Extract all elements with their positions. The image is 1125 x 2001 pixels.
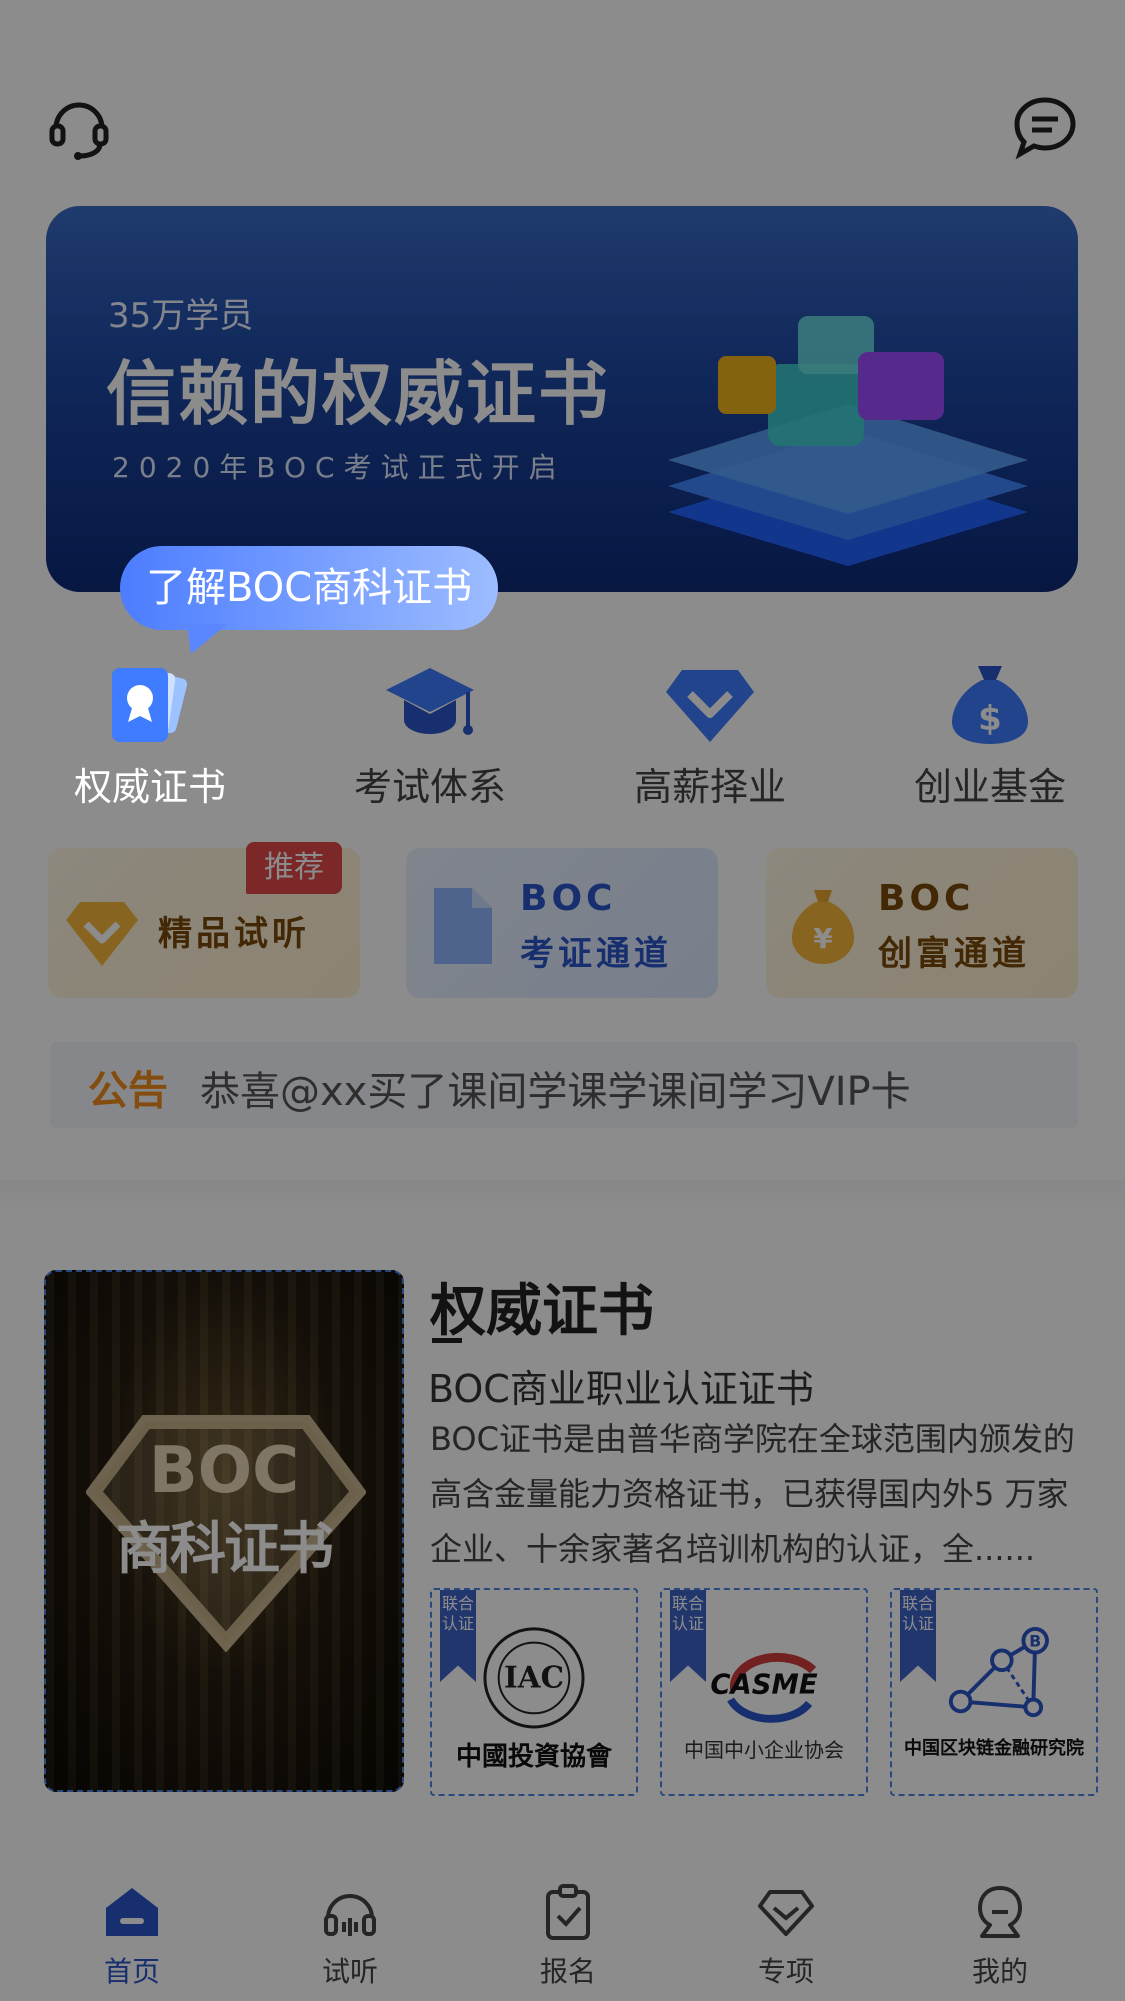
- banner-tagline: 2020年BOC考试正式开启: [112, 451, 566, 484]
- tab-label: 专项: [757, 1955, 814, 1988]
- money-bag-icon: $: [942, 662, 1038, 746]
- tab-label: 报名: [539, 1955, 596, 1988]
- quick-nav-startup-fund[interactable]: $ 创业基金: [880, 662, 1100, 811]
- recommend-badge: 推荐: [246, 842, 342, 894]
- casme-logo: CASME: [710, 1652, 818, 1723]
- headphones-icon: [320, 1882, 380, 1942]
- partner-name: 中国中小企业协会: [684, 1738, 844, 1762]
- profile-icon: [970, 1882, 1030, 1942]
- partner-name: 中國投資協會: [455, 1742, 612, 1772]
- diamond-icon: [756, 1882, 816, 1942]
- clipboard-icon: [538, 1882, 598, 1942]
- card-label: 精品试听: [158, 914, 310, 954]
- quick-nav-label: 创业基金: [913, 765, 1066, 809]
- banner-subtitle: 35万学员: [108, 296, 254, 336]
- tab-profile[interactable]: 我的: [920, 1882, 1080, 1990]
- headset-icon[interactable]: [44, 92, 114, 162]
- quick-nav-label: 高薪择业: [633, 765, 786, 809]
- chat-icon[interactable]: [1010, 92, 1080, 162]
- graduation-cap-icon: [382, 662, 478, 746]
- tab-register[interactable]: 报名: [488, 1882, 648, 1990]
- quick-nav-label: 考试体系: [353, 765, 506, 809]
- cert-section-title: 权威证书: [430, 1279, 654, 1344]
- svg-text:$: $: [978, 699, 1002, 739]
- cert-section-subtitle: BOC商业职业认证证书: [428, 1367, 814, 1411]
- certificate-icon: [102, 662, 198, 746]
- onboarding-tooltip[interactable]: 了解BOC商科证书: [120, 546, 499, 630]
- tab-special[interactable]: 专项: [706, 1882, 866, 1990]
- document-icon: [434, 888, 492, 964]
- tab-label: 我的: [971, 1955, 1028, 1988]
- diamond-icon: [662, 662, 758, 746]
- quick-nav-authority-cert-highlight[interactable]: 权威证书: [40, 662, 260, 811]
- partner-name: 中国区块链金融研究院: [904, 1738, 1084, 1759]
- diamond-icon: [66, 902, 138, 966]
- blockchain-logo: B: [948, 1626, 1049, 1718]
- svg-text:CASME: CASME: [710, 1670, 817, 1701]
- tab-trial[interactable]: 试听: [270, 1882, 430, 1990]
- bottom-tab-bar: 首页 试听 报名 专项 我的: [0, 1860, 1125, 2001]
- iac-logo: IAC: [483, 1627, 585, 1729]
- title-underline: [432, 1338, 462, 1343]
- card-label-line1: BOC: [878, 878, 975, 919]
- poster-boc-text: BOC: [148, 1434, 300, 1508]
- tab-label: 首页: [103, 1955, 160, 1988]
- card-label-line1: BOC: [520, 878, 617, 919]
- quick-nav-exam-system[interactable]: 考试体系: [320, 662, 540, 811]
- quick-nav-high-salary[interactable]: 高薪择业: [600, 662, 820, 811]
- poster-cert-text: 商科证书: [116, 1517, 334, 1582]
- hero-banner[interactable]: 35万学员 信赖的权威证书 2020年BOC考试正式开启: [46, 206, 1078, 592]
- quick-nav-label: 权威证书: [73, 765, 226, 809]
- chat-layers-illustration: [668, 316, 1028, 566]
- card-boc-exam[interactable]: BOC 考证通道: [406, 848, 718, 998]
- announcement-text: 恭喜@xx买了课间学课学课间学习VIP卡: [200, 1069, 911, 1115]
- card-boc-wealth[interactable]: ¥ BOC 创富通道: [766, 848, 1078, 998]
- home-icon: [102, 1882, 162, 1942]
- home-screen: 35万学员 信赖的权威证书 2020年BOC考试正式开启 权威证书 考试体系 高…: [0, 0, 1125, 2001]
- banner-title: 信赖的权威证书: [106, 353, 610, 435]
- card-label-line2: 创富通道: [878, 934, 1030, 974]
- announcement-bar[interactable]: 公告 恭喜@xx买了课间学课学课间学习VIP卡: [50, 1042, 1078, 1128]
- card-label-line2: 考证通道: [520, 934, 672, 974]
- partner-card-blockchain[interactable]: 联合认证 B 中国区块链金融研究院: [890, 1588, 1098, 1796]
- partner-card-casme[interactable]: 联合认证 CASME 中国中小企业协会: [660, 1588, 868, 1796]
- tab-home[interactable]: 首页: [52, 1882, 212, 1990]
- cert-section-description: BOC证书是由普华商学院在全球范围内颁发的高含金量能力资格证书，已获得国内外5 …: [430, 1420, 1075, 1568]
- svg-text:IAC: IAC: [504, 1660, 564, 1695]
- svg-text:¥: ¥: [813, 922, 833, 955]
- boc-cert-poster[interactable]: BOC 商科证书: [44, 1270, 404, 1792]
- section-divider: [0, 1180, 1125, 1208]
- tab-label: 试听: [321, 1955, 378, 1988]
- announcement-tag: 公告: [88, 1068, 168, 1114]
- money-bag-icon: ¥: [792, 890, 854, 964]
- partner-card-iac[interactable]: 联合认证 IAC 中國投資協會: [430, 1588, 638, 1796]
- svg-text:B: B: [1029, 1632, 1041, 1651]
